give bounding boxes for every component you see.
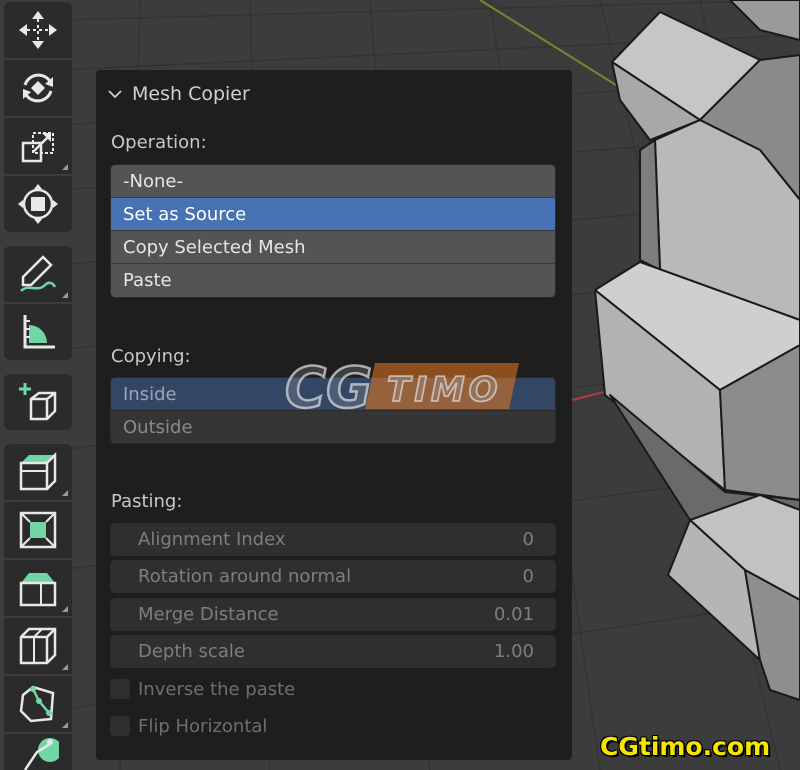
bevel-tool-button[interactable] bbox=[4, 560, 72, 616]
merge-distance-label: Merge Distance bbox=[138, 604, 279, 625]
inverse-paste-row[interactable]: Inverse the paste bbox=[110, 676, 295, 702]
bevel-icon bbox=[19, 573, 57, 607]
tool-shelf bbox=[0, 0, 80, 770]
rotation-around-normal-label: Rotation around normal bbox=[138, 566, 352, 587]
loop-cut-icon bbox=[19, 627, 57, 665]
pasting-label: Pasting: bbox=[111, 491, 183, 512]
operation-option-paste[interactable]: Paste bbox=[111, 264, 555, 297]
depth-scale-value: 1.00 bbox=[493, 641, 534, 662]
rotate-icon bbox=[23, 73, 53, 103]
move-icon bbox=[19, 11, 57, 49]
add-cube-icon bbox=[19, 383, 57, 421]
operation-option-none[interactable]: -None- bbox=[111, 165, 555, 198]
operation-label: Operation: bbox=[111, 132, 207, 153]
depth-scale-field[interactable]: Depth scale 1.00 bbox=[110, 635, 556, 668]
watermark-cg-text: CG bbox=[285, 356, 372, 417]
panel-title: Mesh Copier bbox=[132, 83, 250, 105]
scale-tool-button[interactable] bbox=[4, 118, 72, 174]
cgtimo-corner-watermark: CGtimo.com bbox=[600, 732, 771, 761]
cgtimo-watermark-logo: CG TIMO bbox=[284, 355, 519, 417]
transform-tool-button[interactable] bbox=[4, 176, 72, 232]
measure-tool-button[interactable] bbox=[4, 304, 72, 360]
flip-horizontal-checkbox[interactable] bbox=[110, 716, 130, 736]
flip-horizontal-label: Flip Horizontal bbox=[138, 715, 268, 737]
inverse-paste-label: Inverse the paste bbox=[138, 678, 296, 700]
pencil-icon bbox=[20, 255, 57, 292]
alignment-index-field[interactable]: Alignment Index 0 bbox=[110, 523, 556, 556]
watermark-timo-text: TIMO bbox=[387, 370, 502, 410]
inset-tool-button[interactable] bbox=[4, 502, 72, 558]
move-tool-button[interactable] bbox=[4, 2, 72, 58]
merge-distance-value: 0.01 bbox=[493, 604, 534, 625]
loop-cut-tool-button[interactable] bbox=[4, 618, 72, 674]
extrude-icon bbox=[19, 451, 57, 491]
knife-tool-button[interactable] bbox=[4, 676, 72, 732]
panel-header[interactable]: Mesh Copier bbox=[108, 80, 250, 108]
merge-distance-field[interactable]: Merge Distance 0.01 bbox=[110, 598, 556, 631]
extrude-tool-button[interactable] bbox=[4, 444, 72, 500]
operation-list: -None- Set as Source Copy Selected Mesh … bbox=[110, 164, 556, 298]
transform-icon bbox=[18, 184, 58, 224]
chevron-down-icon[interactable] bbox=[108, 89, 122, 99]
poly-build-tool-button[interactable] bbox=[4, 734, 72, 770]
operation-option-copy-selected-mesh[interactable]: Copy Selected Mesh bbox=[111, 231, 555, 264]
operation-option-set-as-source[interactable]: Set as Source bbox=[111, 198, 555, 231]
rotation-around-normal-field[interactable]: Rotation around normal 0 bbox=[110, 560, 556, 593]
rotate-tool-button[interactable] bbox=[4, 60, 72, 116]
knife-icon bbox=[19, 685, 55, 723]
depth-scale-label: Depth scale bbox=[138, 641, 245, 662]
alignment-index-label: Alignment Index bbox=[138, 529, 286, 550]
copying-label: Copying: bbox=[111, 346, 191, 367]
flip-horizontal-row[interactable]: Flip Horizontal bbox=[110, 713, 267, 739]
annotate-tool-button[interactable] bbox=[4, 246, 72, 302]
add-cube-tool-button[interactable] bbox=[4, 374, 72, 430]
inverse-paste-checkbox[interactable] bbox=[110, 679, 130, 699]
inset-icon bbox=[19, 511, 57, 549]
poly-build-icon bbox=[23, 738, 59, 770]
scale-icon bbox=[21, 132, 54, 163]
alignment-index-value: 0 bbox=[522, 529, 534, 550]
ruler-icon bbox=[23, 315, 55, 349]
rotation-around-normal-value: 0 bbox=[522, 566, 534, 587]
